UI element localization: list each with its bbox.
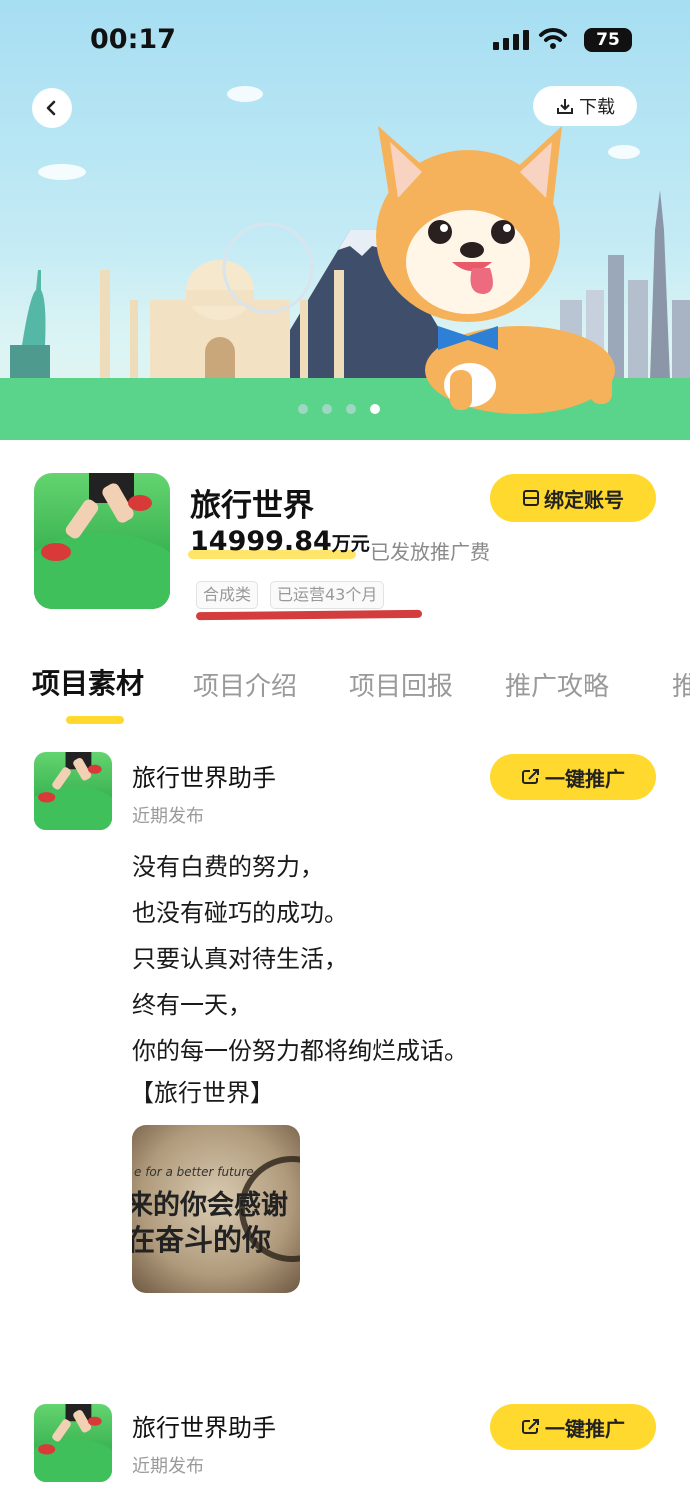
carousel-dots <box>298 404 380 414</box>
post-text-line: 【旅行世界】 <box>130 1079 274 1107</box>
bind-account-label: 绑定账号 <box>544 487 624 512</box>
promote-label: 一键推广 <box>545 766 625 791</box>
amount-number: 14999.84 <box>190 526 332 557</box>
post-author-name: 旅行世界助手 <box>132 764 276 792</box>
chevron-left-icon <box>46 100 56 116</box>
tab-materials[interactable]: 项目素材 <box>32 662 144 702</box>
post-text-line: 没有白费的努力， <box>132 853 324 881</box>
status-time: 00:17 <box>90 24 176 55</box>
promotion-amount: 14999.84万元 <box>190 526 370 557</box>
app-icon <box>34 473 170 609</box>
carousel-dot[interactable] <box>298 404 308 414</box>
runner-illustration <box>34 473 170 609</box>
share-icon <box>522 1419 539 1434</box>
download-button[interactable]: 下载 <box>533 86 637 126</box>
amount-unit: 万元 <box>331 533 370 555</box>
wifi-icon <box>539 28 567 49</box>
bind-account-button[interactable]: 绑定账号 <box>490 474 656 522</box>
post-text-line: 也没有碰巧的成功。 <box>132 899 348 927</box>
battery-icon: 75 <box>584 28 632 52</box>
post-text-line: 你的每一份努力都将绚烂成话。 <box>132 1037 468 1065</box>
status-bar: 00:17 75 <box>0 0 690 80</box>
share-icon <box>522 769 539 784</box>
amount-caption: 已发放推广费 <box>370 540 490 564</box>
back-button[interactable] <box>32 88 72 128</box>
carousel-dot-active[interactable] <box>370 404 380 414</box>
app-title: 旅行世界 <box>190 488 314 524</box>
one-click-promote-button[interactable]: 一键推广 <box>490 754 656 800</box>
category-tag: 合成类 <box>196 581 259 609</box>
post-author-avatar[interactable] <box>34 752 112 830</box>
runner-illustration <box>34 1404 112 1482</box>
carousel-dot[interactable] <box>346 404 356 414</box>
post-text-line: 只要认真对待生活， <box>132 945 348 973</box>
link-account-icon <box>523 490 539 506</box>
image-caption-small: e for a better future <box>134 1165 254 1179</box>
download-label: 下载 <box>579 97 615 118</box>
post-date: 近期发布 <box>132 1456 204 1477</box>
operating-months-tag: 已运营43个月 <box>270 581 385 609</box>
promote-label: 一键推广 <box>545 1416 625 1441</box>
one-click-promote-button[interactable]: 一键推广 <box>490 1404 656 1450</box>
post-image[interactable]: e for a better future 来的你会感谢 在奋斗的你 <box>132 1125 300 1293</box>
image-caption-line2: 在奋斗的你 <box>132 1223 272 1257</box>
tab-more[interactable]: 推 <box>672 666 690 703</box>
download-icon <box>557 99 573 114</box>
post-author-avatar[interactable] <box>34 1404 112 1482</box>
carousel-dot[interactable] <box>322 404 332 414</box>
tab-returns[interactable]: 项目回报 <box>349 666 453 703</box>
tab-bar: 项目素材 项目介绍 项目回报 推广攻略 推 <box>0 662 690 712</box>
tab-introduction[interactable]: 项目介绍 <box>193 666 297 703</box>
post-author-name: 旅行世界助手 <box>132 1414 276 1442</box>
hero-banner[interactable]: 00:17 75 下载 <box>0 0 690 440</box>
post-text-line: 终有一天， <box>132 991 252 1019</box>
cellular-signal-icon <box>493 30 529 50</box>
active-tab-indicator <box>66 716 124 724</box>
tab-strategy[interactable]: 推广攻略 <box>505 666 609 703</box>
runner-illustration <box>34 752 112 830</box>
post-date: 近期发布 <box>132 806 204 827</box>
